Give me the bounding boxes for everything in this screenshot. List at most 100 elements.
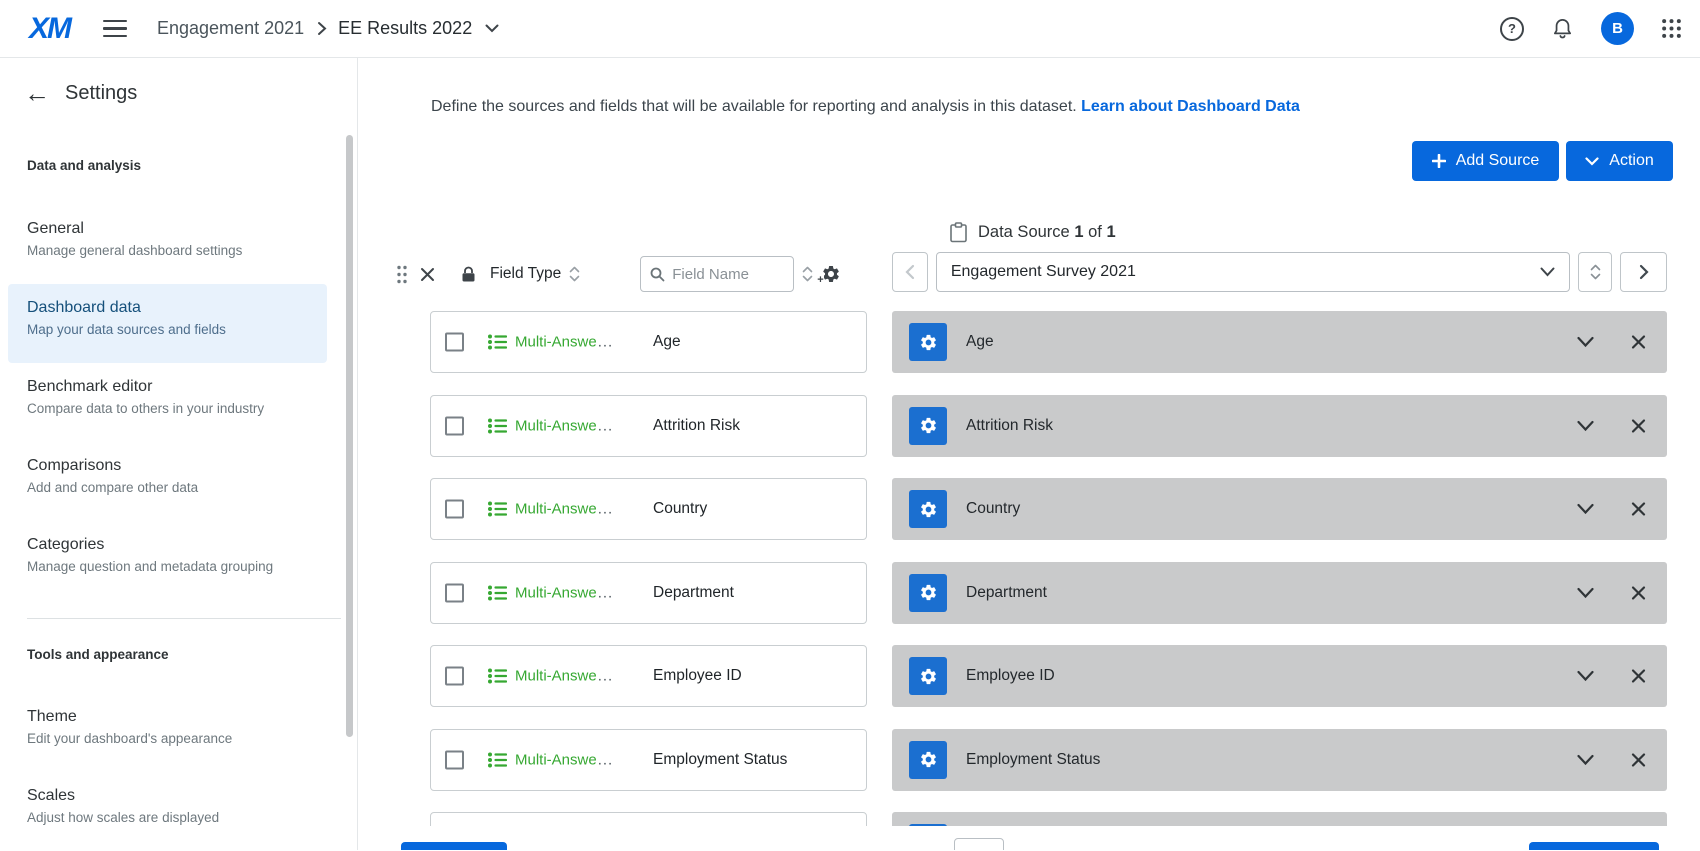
- breadcrumb-parent[interactable]: Engagement 2021: [157, 18, 304, 39]
- row-checkbox[interactable]: [445, 667, 464, 686]
- clipboard-icon: [949, 222, 968, 243]
- reorder-sources-button[interactable]: [1578, 252, 1612, 292]
- chevron-down-icon[interactable]: [1577, 420, 1594, 431]
- footer-right-button[interactable]: [1529, 842, 1659, 850]
- field-settings-gear-icon[interactable]: +: [821, 264, 841, 284]
- row-checkbox[interactable]: [445, 333, 464, 352]
- learn-about-dashboard-data-link[interactable]: Learn about Dashboard Data: [1081, 98, 1300, 115]
- previous-source-button[interactable]: [892, 252, 928, 292]
- settings-sidebar: ← Settings Data and analysis General Man…: [0, 58, 358, 850]
- sidebar-item-desc: Adjust how scales are displayed: [27, 810, 327, 825]
- field-type-sort-icon[interactable]: [569, 265, 580, 283]
- hamburger-menu-icon[interactable]: [103, 20, 127, 38]
- truncation-dots: ...: [598, 501, 614, 518]
- sidebar-item-scales[interactable]: Scales Adjust how scales are displayed: [8, 772, 327, 851]
- field-name-search-input[interactable]: [672, 266, 785, 283]
- truncation-dots: ...: [598, 668, 614, 685]
- back-arrow-icon[interactable]: ←: [24, 80, 50, 106]
- field-list-toolbar: Field Type +: [390, 255, 841, 293]
- chevron-down-icon[interactable]: [1577, 587, 1594, 598]
- mapped-source-field: Department: [892, 562, 1667, 624]
- sidebar-item-theme[interactable]: Theme Edit your dashboard's appearance: [8, 693, 327, 772]
- breadcrumb-current[interactable]: EE Results 2022: [338, 18, 472, 39]
- next-source-button[interactable]: [1620, 252, 1667, 292]
- mapped-source-field: [892, 812, 1667, 826]
- table-row: Multi-Answe... Attrition Risk Attrition …: [430, 395, 1667, 457]
- field-gear-icon[interactable]: [909, 824, 947, 826]
- field-name-sort-icon[interactable]: [802, 265, 813, 283]
- data-source-dropdown[interactable]: Engagement Survey 2021: [936, 252, 1570, 292]
- add-source-button[interactable]: Add Source: [1412, 141, 1559, 181]
- field-gear-icon[interactable]: [909, 741, 947, 779]
- field-gear-icon[interactable]: [909, 407, 947, 445]
- settings-header: ← Settings: [24, 80, 137, 106]
- chevron-down-icon[interactable]: [1577, 754, 1594, 765]
- table-row-partial: [430, 812, 1667, 826]
- chevron-down-icon[interactable]: [1577, 504, 1594, 515]
- truncation-dots: ...: [598, 417, 614, 434]
- field-name: Department: [653, 584, 734, 602]
- remove-mapping-icon[interactable]: [1631, 418, 1646, 433]
- drag-handle-icon[interactable]: [396, 264, 408, 285]
- action-button[interactable]: Action: [1566, 141, 1673, 181]
- field-gear-icon[interactable]: [909, 574, 947, 612]
- description-text: Define the sources and fields that will …: [431, 98, 1077, 115]
- sidebar-item-desc: Map your data sources and fields: [27, 322, 327, 337]
- sidebar-scrollbar[interactable]: [346, 135, 353, 737]
- app-root: XM Engagement 2021 EE Results 2022 ? B: [0, 0, 1700, 850]
- chevron-down-icon[interactable]: [1577, 671, 1594, 682]
- remove-mapping-icon[interactable]: [1631, 335, 1646, 350]
- field-card: Multi-Answe... Employee ID: [430, 645, 867, 707]
- mapped-field-name: Age: [966, 333, 994, 351]
- field-name: Employee ID: [653, 667, 742, 685]
- sidebar-item-categories[interactable]: Categories Manage question and metadata …: [8, 521, 327, 600]
- sidebar-item-dashboard-data[interactable]: Dashboard data Map your data sources and…: [8, 284, 327, 363]
- sidebar-item-label: Scales: [27, 787, 327, 805]
- breadcrumb: Engagement 2021 EE Results 2022: [157, 18, 499, 39]
- row-checkbox[interactable]: [445, 750, 464, 769]
- field-gear-icon[interactable]: [909, 657, 947, 695]
- data-source-current: 1: [1074, 223, 1083, 241]
- sidebar-item-benchmark-editor[interactable]: Benchmark editor Compare data to others …: [8, 363, 327, 442]
- truncation-dots: ...: [598, 751, 614, 768]
- field-type-text: Multi-Answe: [515, 501, 597, 518]
- data-source-count: Data Source 1 of 1: [978, 223, 1116, 242]
- data-source-selector: Engagement Survey 2021: [892, 252, 1667, 292]
- mapped-source-field: Employment Status: [892, 729, 1667, 791]
- chevron-down-icon: [1585, 157, 1599, 166]
- chevron-down-icon[interactable]: [1577, 337, 1594, 348]
- clear-selection-icon[interactable]: [420, 267, 435, 282]
- avatar[interactable]: B: [1601, 12, 1634, 45]
- lock-icon[interactable]: [461, 266, 476, 283]
- field-type-value: Multi-Answe...: [515, 668, 613, 685]
- row-checkbox[interactable]: [445, 500, 464, 519]
- mapped-source-field: Employee ID: [892, 645, 1667, 707]
- field-name: Attrition Risk: [653, 417, 740, 435]
- row-checkbox[interactable]: [445, 416, 464, 435]
- apps-grid-icon[interactable]: [1661, 18, 1682, 39]
- footer-left-button[interactable]: [401, 842, 507, 850]
- sidebar-item-desc: Manage question and metadata grouping: [27, 559, 327, 574]
- sidebar-item-general[interactable]: General Manage general dashboard setting…: [8, 205, 327, 284]
- add-source-label: Add Source: [1456, 152, 1540, 170]
- field-gear-icon[interactable]: [909, 490, 947, 528]
- sidebar-item-desc: Manage general dashboard settings: [27, 243, 327, 258]
- table-row: Multi-Answe... Department Department: [430, 562, 1667, 624]
- row-checkbox[interactable]: [445, 583, 464, 602]
- field-type-value: Multi-Answe...: [515, 751, 613, 768]
- remove-mapping-icon[interactable]: [1631, 585, 1646, 600]
- help-icon[interactable]: ?: [1500, 17, 1524, 41]
- truncation-dots: ...: [598, 334, 614, 351]
- chevron-down-icon[interactable]: [485, 24, 499, 33]
- notifications-bell-icon[interactable]: [1551, 16, 1574, 41]
- main-content: Define the sources and fields that will …: [358, 58, 1700, 850]
- remove-mapping-icon[interactable]: [1631, 502, 1646, 517]
- field-gear-icon[interactable]: [909, 323, 947, 361]
- remove-mapping-icon[interactable]: [1631, 752, 1646, 767]
- sidebar-item-comparisons[interactable]: Comparisons Add and compare other data: [8, 442, 327, 521]
- field-card: Multi-Answe... Age: [430, 311, 867, 373]
- remove-mapping-icon[interactable]: [1631, 669, 1646, 684]
- field-type-text: Multi-Answe: [515, 417, 597, 434]
- multi-answer-list-icon: [487, 332, 507, 352]
- footer-page-size-box[interactable]: [954, 838, 1004, 850]
